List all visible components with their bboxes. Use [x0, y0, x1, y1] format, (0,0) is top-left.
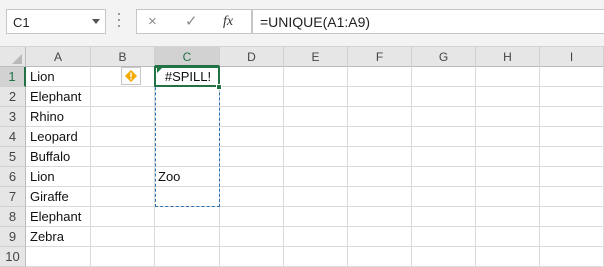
gridline [26, 126, 604, 127]
row-header-7[interactable]: 7 [0, 187, 26, 207]
name-box[interactable]: C1 [6, 9, 106, 34]
row-header-2[interactable]: 2 [0, 87, 26, 107]
column-header-h[interactable]: H [476, 47, 540, 67]
select-all-button[interactable] [0, 47, 26, 67]
gridline [283, 67, 284, 267]
formula-bar-resize-handle[interactable] [117, 13, 121, 31]
fill-handle[interactable] [216, 84, 222, 90]
row-header-3[interactable]: 3 [0, 107, 26, 127]
gridline [26, 246, 604, 247]
cell-a8[interactable]: Elephant [30, 207, 81, 227]
gridline [26, 106, 604, 107]
formula-bar-area: C1 × ✓ fx =UNIQUE(A1:A9) [0, 0, 604, 46]
cancel-icon[interactable]: × [148, 12, 157, 32]
formula-bar-controls: × ✓ fx [136, 9, 252, 34]
cell-a2[interactable]: Elephant [30, 87, 81, 107]
row-header-8[interactable]: 8 [0, 207, 26, 227]
gridline [26, 166, 604, 167]
gridline [539, 67, 540, 267]
warning-icon [125, 70, 137, 82]
cell-a3[interactable]: Rhino [30, 107, 64, 127]
column-header-b[interactable]: B [91, 47, 155, 67]
column-header-f[interactable]: F [348, 47, 412, 67]
cell-a4[interactable]: Leopard [30, 127, 78, 147]
row-header-5[interactable]: 5 [0, 147, 26, 167]
spill-error-button[interactable] [121, 67, 141, 85]
gridline [411, 67, 412, 267]
insert-function-icon[interactable]: fx [223, 12, 233, 32]
cell-c6[interactable]: Zoo [158, 167, 180, 187]
cell-c1[interactable]: #SPILL! [156, 67, 220, 87]
column-header-e[interactable]: E [284, 47, 348, 67]
cell-a5[interactable]: Buffalo [30, 147, 70, 167]
row-header-1[interactable]: 1 [0, 67, 26, 87]
row-header-9[interactable]: 9 [0, 227, 26, 247]
column-header-d[interactable]: D [220, 47, 284, 67]
column-header-g[interactable]: G [412, 47, 476, 67]
column-header-c[interactable]: C [155, 47, 220, 67]
row-header-4[interactable]: 4 [0, 127, 26, 147]
select-all-icon [12, 54, 22, 64]
cell-a7[interactable]: Giraffe [30, 187, 69, 207]
gridline [26, 226, 604, 227]
chevron-down-icon[interactable] [92, 19, 100, 24]
gridline [347, 67, 348, 267]
column-header-a[interactable]: A [26, 47, 91, 67]
formula-input[interactable]: =UNIQUE(A1:A9) [252, 9, 604, 34]
formula-text[interactable]: =UNIQUE(A1:A9) [260, 14, 370, 30]
cell-a6[interactable]: Lion [30, 167, 55, 187]
gridline [90, 67, 91, 267]
gridline [475, 67, 476, 267]
row-header-6[interactable]: 6 [0, 167, 26, 187]
gridline [26, 146, 604, 147]
row-header-10[interactable]: 10 [0, 247, 26, 267]
cell-a9[interactable]: Zebra [30, 227, 64, 247]
column-header-bar: A B C D E F G H I [0, 46, 604, 67]
gridline [26, 86, 604, 87]
enter-icon[interactable]: ✓ [185, 12, 198, 32]
gridline [26, 206, 604, 207]
name-box-value[interactable]: C1 [13, 15, 30, 30]
gridline [26, 186, 604, 187]
cell-a1[interactable]: Lion [30, 67, 55, 87]
column-header-i[interactable]: I [540, 47, 604, 67]
